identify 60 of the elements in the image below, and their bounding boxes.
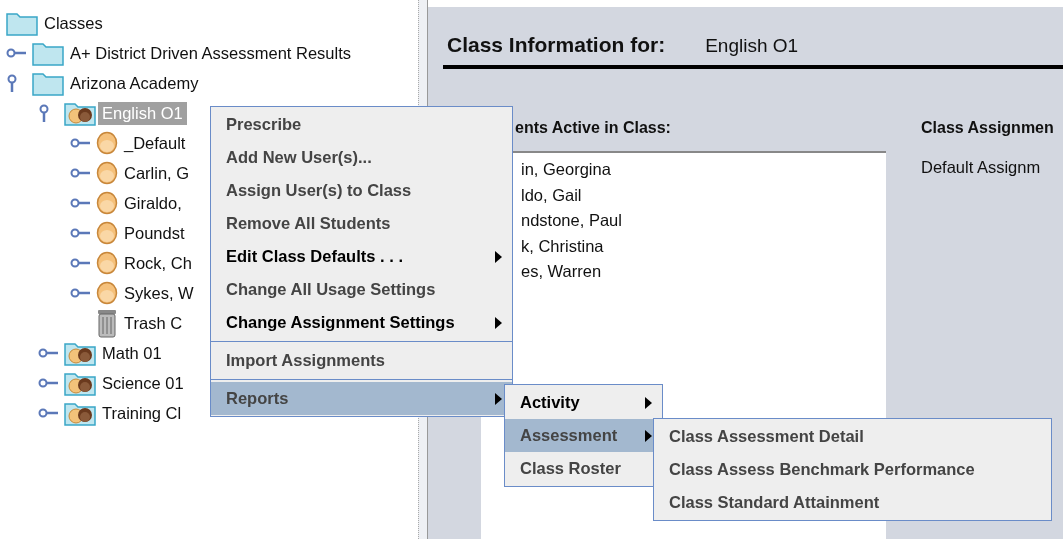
menu-item[interactable]: Add New User(s)... xyxy=(211,141,512,174)
tree-node[interactable]: A+ District Driven Assessment Results xyxy=(66,41,356,65)
assignments-heading: Class Assignmen xyxy=(921,119,1054,137)
tree-node[interactable]: Trash C xyxy=(120,311,187,335)
collapsed-toggle-icon[interactable] xyxy=(70,227,90,239)
tree-node[interactable]: Carlin, G xyxy=(120,161,194,185)
collapsed-toggle-icon[interactable] xyxy=(6,47,26,59)
tree-node[interactable]: _Default xyxy=(120,131,190,155)
info-heading: Class Information for: xyxy=(447,33,666,57)
student-name[interactable]: k, Christina xyxy=(521,233,604,259)
expanded-toggle-icon[interactable] xyxy=(38,104,50,122)
class-folder-icon xyxy=(64,100,96,126)
person-icon xyxy=(96,191,118,215)
collapsed-toggle-icon[interactable] xyxy=(38,377,58,389)
collapsed-toggle-icon[interactable] xyxy=(70,287,90,299)
folder-icon xyxy=(32,70,64,96)
menu-item[interactable]: Change Assignment Settings xyxy=(211,306,512,339)
person-icon xyxy=(96,251,118,275)
tree-node[interactable]: Arizona Academy xyxy=(66,71,203,95)
menu-item[interactable]: Class Assess Benchmark Performance xyxy=(654,453,1051,486)
student-name[interactable]: ldo, Gail xyxy=(521,182,582,208)
menu-item[interactable]: Change All Usage Settings xyxy=(211,273,512,306)
person-icon xyxy=(96,131,118,155)
menu-item[interactable]: Edit Class Defaults . . . xyxy=(211,240,512,273)
menu-item[interactable]: Class Standard Attainment xyxy=(654,486,1051,519)
class-folder-icon xyxy=(64,400,96,426)
person-icon xyxy=(96,281,118,305)
class-name: English O1 xyxy=(705,35,799,57)
expanded-toggle-icon[interactable] xyxy=(6,74,18,92)
tree-node[interactable]: Math 01 xyxy=(98,341,166,365)
assignment-name[interactable]: Default Assignm xyxy=(921,155,1054,181)
student-name[interactable]: es, Warren xyxy=(521,259,602,285)
trash-icon xyxy=(96,308,118,338)
menu-item[interactable]: Prescribe xyxy=(211,108,512,141)
menu-item[interactable]: Remove All Students xyxy=(211,207,512,240)
class-folder-icon xyxy=(64,370,96,396)
collapsed-toggle-icon[interactable] xyxy=(70,137,90,149)
students-heading: ents Active in Class: xyxy=(515,119,671,137)
student-name[interactable]: ndstone, Paul xyxy=(521,208,622,234)
student-name[interactable]: in, Georgina xyxy=(521,157,611,183)
folder-icon xyxy=(6,10,38,36)
tree-node[interactable]: Sykes, W xyxy=(120,281,198,305)
tree-node[interactable]: Classes xyxy=(40,11,107,35)
tree-node[interactable]: Science 01 xyxy=(98,371,188,395)
collapsed-toggle-icon[interactable] xyxy=(38,407,58,419)
person-icon xyxy=(96,161,118,185)
collapsed-toggle-icon[interactable] xyxy=(70,167,90,179)
class-folder-icon xyxy=(64,340,96,366)
tree-node[interactable]: Poundst xyxy=(120,221,189,245)
tree-node[interactable]: Rock, Ch xyxy=(120,251,196,275)
tree-node[interactable]: Giraldo, xyxy=(120,191,186,215)
folder-icon xyxy=(32,40,64,66)
collapsed-toggle-icon[interactable] xyxy=(38,347,58,359)
collapsed-toggle-icon[interactable] xyxy=(70,197,90,209)
person-icon xyxy=(96,221,118,245)
menu-item[interactable]: Reports xyxy=(211,382,512,415)
menu-item[interactable]: Import Assignments xyxy=(211,344,512,377)
tree-node[interactable]: Training Cl xyxy=(98,401,186,425)
menu-item[interactable]: Assign User(s) to Class xyxy=(211,174,512,207)
collapsed-toggle-icon[interactable] xyxy=(70,257,90,269)
